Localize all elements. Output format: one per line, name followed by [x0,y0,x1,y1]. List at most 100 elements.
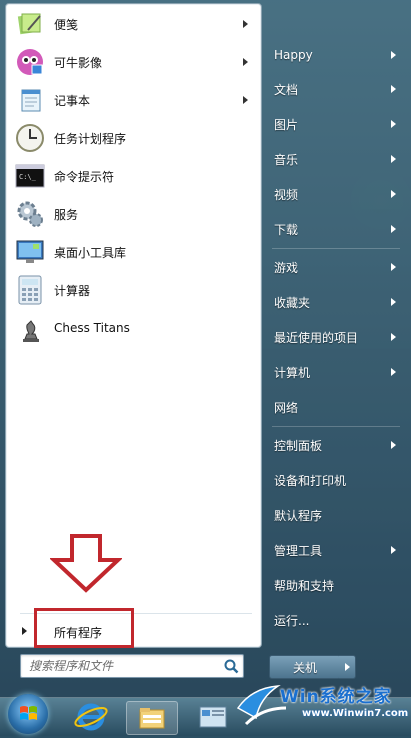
program-item-notepad[interactable]: 记事本 [10,82,256,118]
submenu-arrow-icon[interactable] [391,51,396,59]
submenu-arrow-icon[interactable] [391,85,396,93]
submenu-arrow-icon[interactable] [391,546,396,554]
place-item-downloads[interactable]: 下载 [270,215,398,243]
program-label: 计算器 [54,283,91,298]
task-scheduler-icon [14,122,46,154]
place-label: 下载 [274,222,299,237]
place-label: 控制面板 [274,438,323,453]
folder-icon [139,708,165,729]
place-label: 运行... [274,613,310,628]
program-item-calculator[interactable]: 计算器 [10,272,256,308]
place-label: 默认程序 [274,508,323,523]
separator [272,248,400,249]
place-item-documents[interactable]: 文档 [270,75,398,103]
calculator-icon [14,274,46,306]
program-item-chess-titans[interactable]: Chess Titans [10,310,256,346]
site-watermark: Win系统之家 www.Winwin7.com [232,678,411,735]
start-menu: 便笺 可牛影像 记事本 任务计划程序 C:\_ 命令提示符 服务 桌面小工具库 … [0,0,411,697]
submenu-arrow-icon[interactable] [243,20,248,28]
place-item-recent-items[interactable]: 最近使用的项目 [270,323,398,351]
gadgets-icon [14,236,46,268]
program-item-services[interactable]: 服务 [10,196,256,232]
notepad-icon [14,84,46,116]
program-label: 命令提示符 [54,169,115,184]
place-item-computer[interactable]: 计算机 [270,358,398,386]
start-menu-places-pane: Happy 文档 图片 音乐 视频 下载 游戏 收藏夹 最近使用的项目 计算机 … [262,0,411,697]
place-item-music[interactable]: 音乐 [270,145,398,173]
taskbar-app-button[interactable] [188,701,238,733]
submenu-arrow-icon[interactable] [391,368,396,376]
place-label: 计算机 [274,365,311,380]
place-label: 游戏 [274,260,299,275]
place-label: 音乐 [274,152,299,167]
sticky-notes-icon [14,8,46,40]
place-item-user[interactable]: Happy [270,41,398,69]
search-input[interactable] [21,655,221,677]
separator [272,426,400,427]
search-icon[interactable] [223,658,239,674]
svg-text:C:\_: C:\_ [19,173,37,181]
place-item-videos[interactable]: 视频 [270,180,398,208]
internet-explorer-icon [74,703,108,731]
shutdown-options-button[interactable] [339,655,356,679]
submenu-arrow-icon[interactable] [243,58,248,66]
search-box[interactable] [20,654,244,678]
program-item-command-prompt[interactable]: C:\_ 命令提示符 [10,158,256,194]
program-label: 可牛影像 [54,55,103,70]
services-icon [14,198,46,230]
taskbar-ie-button[interactable] [66,701,116,733]
program-item-gadgets[interactable]: 桌面小工具库 [10,234,256,270]
app-window-icon [199,706,227,728]
expand-arrow-icon [22,627,27,635]
place-item-devices-printers[interactable]: 设备和打印机 [270,466,398,494]
watermark-text: Win系统之家 [280,687,392,707]
place-label: 管理工具 [274,543,323,558]
program-label: 任务计划程序 [54,131,127,146]
submenu-arrow-icon[interactable] [391,263,396,271]
submenu-arrow-icon[interactable] [391,190,396,198]
down-arrow-annotation-icon [50,534,122,593]
submenu-arrow-icon[interactable] [391,298,396,306]
chess-icon [14,312,46,344]
place-item-admin-tools[interactable]: 管理工具 [270,536,398,564]
start-menu-programs-pane: 便笺 可牛影像 记事本 任务计划程序 C:\_ 命令提示符 服务 桌面小工具库 … [5,3,262,648]
place-item-run[interactable]: 运行... [270,606,398,634]
keniu-image-icon [14,46,46,78]
place-label: 网络 [274,400,299,415]
program-item-task-scheduler[interactable]: 任务计划程序 [10,120,256,156]
program-item-sticky-notes[interactable]: 便笺 [10,6,256,42]
program-item-keniu[interactable]: 可牛影像 [10,44,256,80]
windows-logo-icon [20,706,37,720]
submenu-arrow-icon[interactable] [391,155,396,163]
shutdown-button[interactable]: 关机 [269,655,341,679]
place-item-favorites[interactable]: 收藏夹 [270,288,398,316]
place-item-help-support[interactable]: 帮助和支持 [270,571,398,599]
program-label: 记事本 [54,93,91,108]
watermark-url: www.Winwin7.com [302,708,409,719]
place-label: 最近使用的项目 [274,330,359,345]
start-orb-button[interactable] [8,694,48,734]
place-item-network[interactable]: 网络 [270,393,398,421]
submenu-arrow-icon[interactable] [243,96,248,104]
submenu-arrow-icon[interactable] [391,333,396,341]
highlight-box-annotation [34,608,134,648]
place-item-games[interactable]: 游戏 [270,253,398,281]
place-item-control-panel[interactable]: 控制面板 [270,431,398,459]
place-label: 视频 [274,187,299,202]
place-label: 图片 [274,117,299,132]
program-label: Chess Titans [54,321,130,335]
command-prompt-icon: C:\_ [14,160,46,192]
shutdown-label: 关机 [292,660,317,675]
place-item-default-programs[interactable]: 默认程序 [270,501,398,529]
program-label: 便笺 [54,17,79,32]
place-label: 文档 [274,82,299,97]
submenu-arrow-icon[interactable] [391,225,396,233]
place-label: Happy [274,48,313,62]
place-item-pictures[interactable]: 图片 [270,110,398,138]
place-label: 设备和打印机 [274,473,347,488]
submenu-arrow-icon[interactable] [391,441,396,449]
taskbar-explorer-button[interactable] [126,701,178,735]
submenu-arrow-icon[interactable] [391,120,396,128]
program-label: 桌面小工具库 [54,245,127,260]
place-label: 帮助和支持 [274,578,335,593]
